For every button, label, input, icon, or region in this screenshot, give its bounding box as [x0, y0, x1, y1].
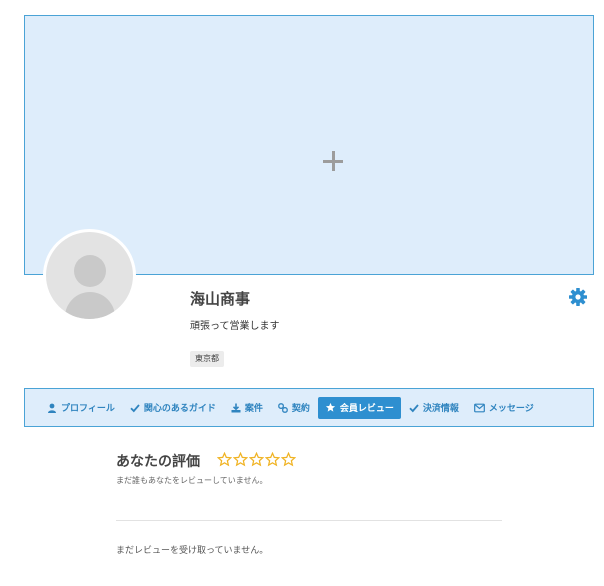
location-tag: 東京都: [190, 351, 224, 367]
star-rating: [217, 452, 296, 467]
tab-payment-info[interactable]: 決済情報: [402, 397, 466, 419]
star-outline-icon: [249, 452, 264, 467]
tab-projects[interactable]: 案件: [224, 397, 270, 419]
rating-note: まだ誰もあなたをレビューしていません。: [116, 476, 268, 485]
check-icon: [409, 403, 419, 412]
tab-contracts[interactable]: 契約: [271, 397, 317, 419]
rating-title: あなたの評価: [116, 454, 200, 470]
envelope-icon: [474, 403, 485, 412]
tab-interested-guides[interactable]: 関心のあるガイド: [123, 397, 223, 419]
link-icon: [278, 402, 288, 413]
plus-icon[interactable]: [323, 151, 345, 173]
check-icon: [130, 403, 140, 412]
tab-label: 契約: [291, 404, 310, 414]
star-icon: [325, 402, 335, 412]
company-name: 海山商事: [190, 290, 251, 308]
no-reviews-message: まだレビューを受け取っていません。: [116, 546, 269, 556]
star-outline-icon: [233, 452, 248, 467]
tab-label: メッセージ: [488, 404, 534, 414]
star-outline-icon: [281, 452, 296, 467]
tab-label: 案件: [244, 404, 263, 414]
tab-member-reviews[interactable]: 会員レビュー: [317, 396, 401, 419]
tab-label: 決済情報: [422, 404, 459, 414]
avatar[interactable]: [43, 229, 136, 322]
download-icon: [231, 403, 241, 412]
divider: [116, 520, 502, 521]
star-outline-icon: [217, 452, 232, 467]
user-silhouette-icon: [46, 232, 133, 319]
star-outline-icon: [265, 452, 280, 467]
tab-profile[interactable]: プロフィール: [40, 397, 122, 419]
gear-icon[interactable]: [568, 287, 588, 307]
tab-label: 関心のあるガイド: [143, 404, 216, 414]
tab-label: 会員レビュー: [339, 404, 394, 414]
tab-messages[interactable]: メッセージ: [467, 397, 541, 419]
user-icon: [48, 403, 56, 413]
profile-tagline: 頑張って営業します: [190, 321, 280, 332]
profile-tab-bar: プロフィール 関心のあるガイド 案件 契約 会員レビュー 決済情報 メッセージ: [24, 388, 594, 427]
tab-label: プロフィール: [61, 404, 115, 414]
